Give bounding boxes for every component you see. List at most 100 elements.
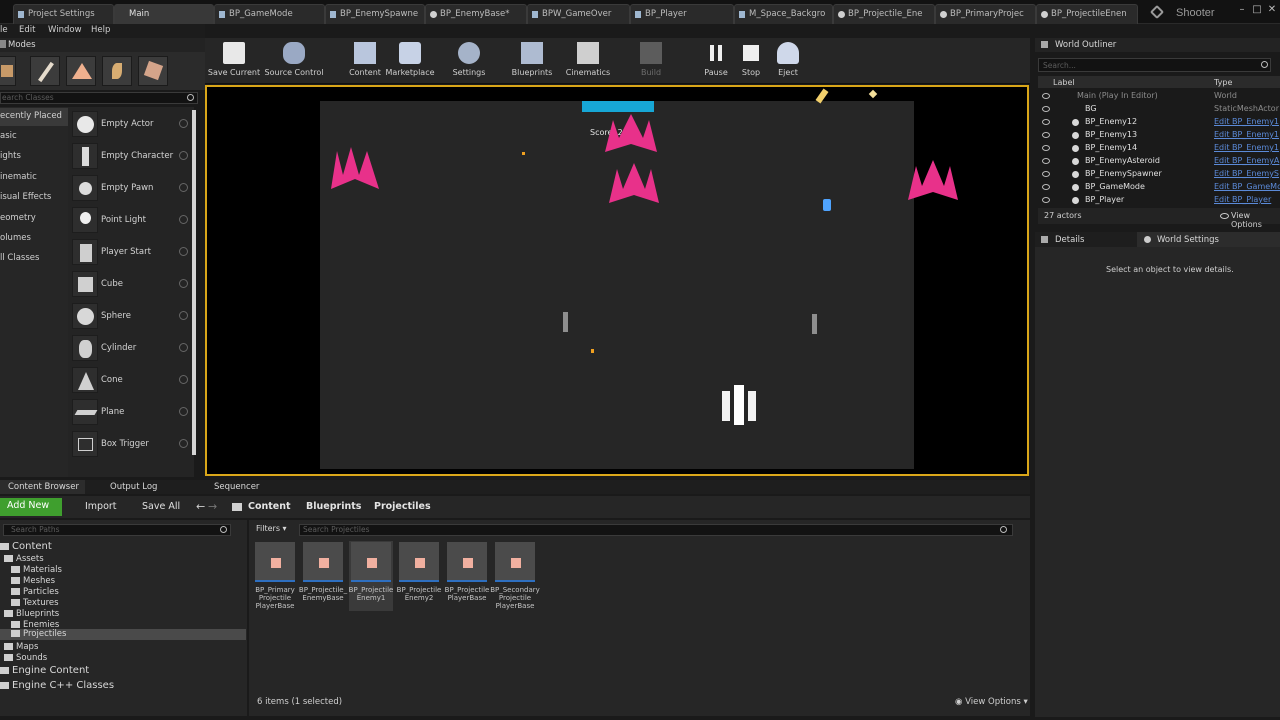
modes-scrollbar[interactable] xyxy=(192,110,196,455)
minimize-icon[interactable]: – xyxy=(1236,5,1248,15)
place-player-start[interactable]: Player Start xyxy=(68,236,194,268)
marketplace-button[interactable]: Marketplace xyxy=(385,40,435,82)
content-button[interactable]: Content xyxy=(345,40,385,82)
tree-blueprints[interactable]: Blueprints xyxy=(4,609,59,619)
category-lights[interactable]: ights xyxy=(0,148,68,166)
stop-button[interactable]: Stop xyxy=(735,40,767,82)
tree-engine-cpp-classes[interactable]: Engine C++ Classes xyxy=(0,680,114,691)
place-sphere[interactable]: Sphere xyxy=(68,300,194,332)
tab-output-log[interactable]: Output Log xyxy=(96,480,186,494)
tab-bp-player[interactable]: BP_Player xyxy=(630,4,734,24)
visibility-eye-icon[interactable] xyxy=(1042,119,1050,125)
tab-project-settings[interactable]: Project Settings xyxy=(13,4,114,24)
place-empty-actor[interactable]: Empty Actor xyxy=(68,108,194,140)
blueprints-button[interactable]: Blueprints xyxy=(510,40,554,82)
outliner-row[interactable]: BP_Enemy12 Edit BP_Enemy1 xyxy=(1038,116,1280,129)
outliner-row[interactable]: BP_EnemyAsteroid Edit BP_EnemyA xyxy=(1038,155,1280,168)
info-icon[interactable] xyxy=(179,183,188,192)
place-cylinder[interactable]: Cylinder xyxy=(68,332,194,364)
info-icon[interactable] xyxy=(179,215,188,224)
place-point-light[interactable]: Point Light xyxy=(68,204,194,236)
paint-mode-icon[interactable] xyxy=(30,56,60,86)
save-current-button[interactable]: Save Current xyxy=(207,40,261,82)
forward-arrow-icon[interactable]: → xyxy=(208,500,217,513)
menu-edit[interactable]: Edit xyxy=(19,25,35,35)
landscape-mode-icon[interactable] xyxy=(66,56,96,86)
info-icon[interactable] xyxy=(179,311,188,320)
info-icon[interactable] xyxy=(179,343,188,352)
search-projectiles-input[interactable]: Search Projectiles xyxy=(299,524,1013,536)
place-cone[interactable]: Cone xyxy=(68,364,194,396)
eject-button[interactable]: Eject xyxy=(771,40,805,82)
tab-bp-projectileenemy[interactable]: BP_ProjectileEnen xyxy=(1036,4,1138,24)
info-icon[interactable] xyxy=(179,279,188,288)
category-all-classes[interactable]: ll Classes xyxy=(0,250,68,268)
place-mode-icon[interactable] xyxy=(0,56,16,86)
tab-bp-gamemode[interactable]: BP_GameMode xyxy=(214,4,325,24)
asset-tile[interactable]: BP_Projectile Enemy2 xyxy=(397,541,441,611)
outliner-row[interactable]: BP_Player Edit BP_Player xyxy=(1038,194,1280,207)
outliner-row[interactable]: Main (Play In Editor) World xyxy=(1038,90,1280,103)
maximize-icon[interactable]: □ xyxy=(1251,5,1263,15)
breadcrumb-blueprints[interactable]: Blueprints xyxy=(306,501,361,512)
place-cube[interactable]: Cube xyxy=(68,268,194,300)
tree-particles[interactable]: Particles xyxy=(11,587,59,597)
tab-bpw-gameover[interactable]: BPW_GameOver xyxy=(527,4,630,24)
tree-meshes[interactable]: Meshes xyxy=(11,576,55,586)
info-icon[interactable] xyxy=(179,119,188,128)
place-box-trigger[interactable]: Box Trigger xyxy=(68,428,194,460)
category-visual-effects[interactable]: isual Effects xyxy=(0,189,68,207)
column-label[interactable]: Label xyxy=(1053,78,1075,87)
add-new-button[interactable]: Add New xyxy=(0,498,62,516)
breadcrumb-content[interactable]: Content xyxy=(248,501,291,512)
category-geometry[interactable]: eometry xyxy=(0,210,68,228)
tab-bp-projectile-enemy[interactable]: BP_Projectile_Ene xyxy=(833,4,935,24)
column-type[interactable]: Type xyxy=(1214,78,1232,87)
tab-details[interactable]: Details xyxy=(1055,235,1084,245)
filters-button[interactable]: Filters ▾ xyxy=(252,524,296,536)
info-icon[interactable] xyxy=(179,375,188,384)
tree-content[interactable]: Content xyxy=(0,541,52,552)
asset-view-options[interactable]: ◉ View Options ▾ xyxy=(955,697,1028,707)
breadcrumb-projectiles[interactable]: Projectiles xyxy=(374,501,431,512)
outliner-search-input[interactable]: Search... xyxy=(1038,58,1271,72)
tree-textures[interactable]: Textures xyxy=(11,598,59,608)
outliner-row[interactable]: BP_Enemy14 Edit BP_Enemy1 xyxy=(1038,142,1280,155)
tab-bp-enemyspawner[interactable]: BP_EnemySpawne xyxy=(325,4,425,24)
tab-m-space-background[interactable]: M_Space_Backgro xyxy=(734,4,833,24)
visibility-eye-icon[interactable] xyxy=(1042,132,1050,138)
new-tab-icon[interactable] xyxy=(1149,4,1165,20)
visibility-eye-icon[interactable] xyxy=(1042,93,1050,99)
category-cinematic[interactable]: inematic xyxy=(0,169,68,187)
tree-assets[interactable]: Assets xyxy=(4,554,44,564)
tree-maps[interactable]: Maps xyxy=(4,642,38,652)
tab-bp-enemybase[interactable]: BP_EnemyBase* xyxy=(425,4,527,24)
place-plane[interactable]: Plane xyxy=(68,396,194,428)
tab-sequencer[interactable]: Sequencer xyxy=(198,480,288,494)
source-control-button[interactable]: Source Control xyxy=(263,40,325,82)
asset-tile[interactable]: BP_Projectile PlayerBase xyxy=(445,541,489,611)
settings-button[interactable]: Settings xyxy=(449,40,489,82)
category-basic[interactable]: asic xyxy=(0,128,68,146)
tab-bp-primaryprojectile[interactable]: BP_PrimaryProjec xyxy=(935,4,1036,24)
outliner-row[interactable]: BG StaticMeshActor xyxy=(1038,103,1280,116)
tree-engine-content[interactable]: Engine Content xyxy=(0,665,89,676)
visibility-eye-icon[interactable] xyxy=(1042,158,1050,164)
build-button[interactable]: Build xyxy=(633,40,669,82)
menu-file[interactable]: le xyxy=(0,25,8,35)
tree-sounds[interactable]: Sounds xyxy=(4,653,47,663)
category-recently-placed[interactable]: ecently Placed xyxy=(0,108,68,126)
visibility-eye-icon[interactable] xyxy=(1042,184,1050,190)
visibility-eye-icon[interactable] xyxy=(1042,171,1050,177)
search-classes-input[interactable]: earch Classes xyxy=(0,92,198,104)
asset-tile[interactable]: BP_Secondary Projectile PlayerBase xyxy=(490,541,540,611)
foliage-mode-icon[interactable] xyxy=(102,56,132,86)
close-icon[interactable]: ✕ xyxy=(1266,5,1278,15)
outliner-view-options[interactable]: View Options xyxy=(1231,211,1280,229)
asset-tile[interactable]: BP_Projectile Enemy1 xyxy=(349,541,393,611)
tree-projectiles[interactable]: Projectiles xyxy=(0,629,246,640)
menu-window[interactable]: Window xyxy=(48,25,82,35)
back-arrow-icon[interactable]: ← xyxy=(196,500,205,513)
search-paths-input[interactable]: Search Paths xyxy=(3,524,231,536)
outliner-row[interactable]: BP_EnemySpawner Edit BP_EnemyS xyxy=(1038,168,1280,181)
